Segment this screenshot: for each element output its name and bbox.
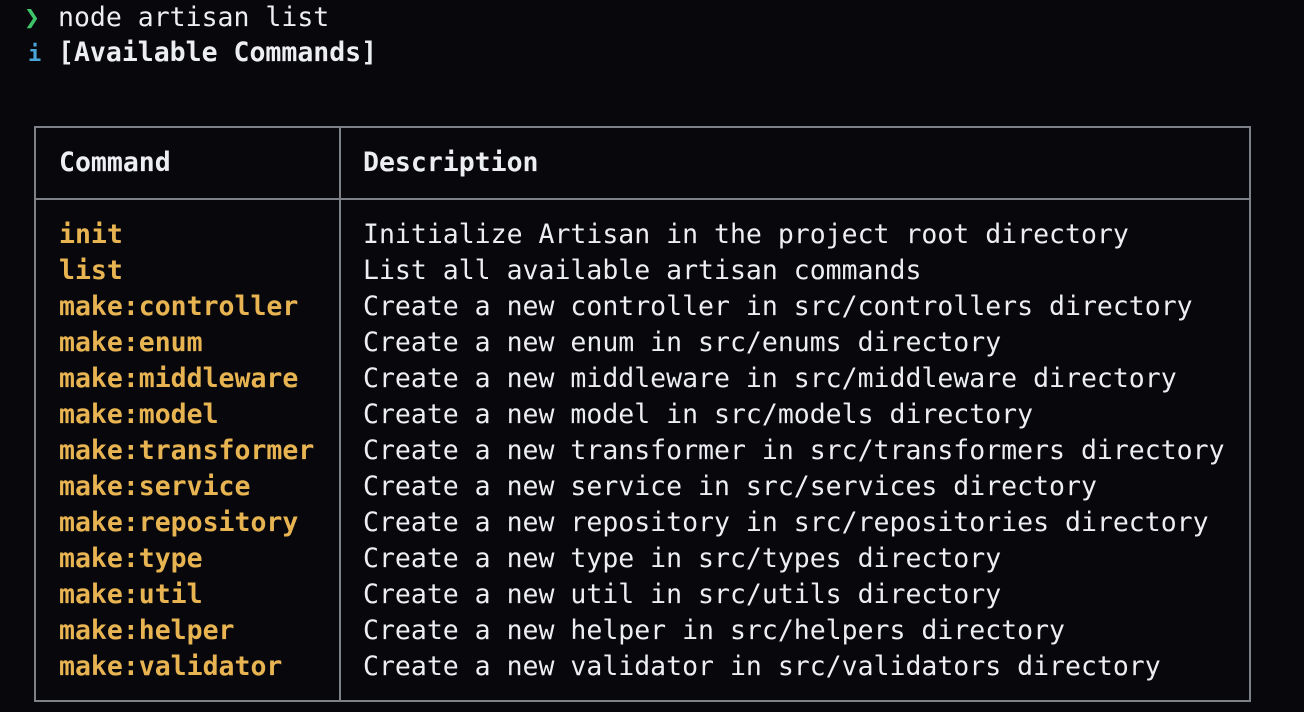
header-description: Description [363,147,539,178]
command-name: make:helper [59,615,235,646]
command-name: make:util [59,579,203,610]
table-row: list List all available artisan commands [36,253,1249,289]
header-divider [36,198,1249,200]
command-description: List all available artisan commands [363,255,922,286]
command-description: Create a new validator in src/validators… [363,651,1161,682]
command-description: Create a new middleware in src/middlewar… [363,363,1177,394]
command-name: make:model [59,399,219,430]
command-name: init [59,219,123,250]
command-name: make:service [59,471,251,502]
table-row: make:middleware Create a new middleware i… [36,361,1249,397]
command-description: Create a new type in src/types directory [363,543,1002,574]
command-description: Create a new service in src/services dir… [363,471,1097,502]
table-row: make:service Create a new service in src/… [36,469,1249,505]
command-name: make:transformer [59,435,315,466]
prompt-chevron-icon: ❯ [24,2,40,33]
command-description: Create a new controller in src/controlle… [363,291,1193,322]
prompt-line: ❯ node artisan list [24,0,329,36]
info-icon: i [28,42,42,67]
command-name: make:enum [59,327,203,358]
header-command: Command [59,147,171,178]
command-description: Create a new helper in src/helpers direc… [363,615,1065,646]
table-row: make:helper Create a new helper in src/he… [36,613,1249,649]
command-description: Initialize Artisan in the project root d… [363,219,1129,250]
command-description: Create a new enum in src/enums directory [363,327,1002,358]
table-row: make:validator Create a new validator in … [36,649,1249,685]
command-name: make:repository [59,507,299,538]
command-name: make:type [59,543,203,574]
info-line: i [Available Commands] [24,35,377,71]
entered-command: node artisan list [58,2,330,33]
command-description: Create a new util in src/utils directory [363,579,1002,610]
command-name: make:validator [59,651,283,682]
table-row: make:model Create a new model in src/mode… [36,397,1249,433]
table-row: make:type Create a new type in src/types … [36,541,1249,577]
command-description: Create a new transformer in src/transfor… [363,435,1225,466]
command-description: Create a new model in src/models directo… [363,399,1034,430]
table-row: make:enum Create a new enum in src/enums … [36,325,1249,361]
command-name: list [59,255,123,286]
table-body: init Initialize Artisan in the project ro… [36,217,1249,685]
commands-table: Command Description init Initialize Artis… [34,126,1251,702]
table-row: make:controller Create a new controller i… [36,289,1249,325]
command-name: make:controller [59,291,299,322]
table-row: init Initialize Artisan in the project ro… [36,217,1249,253]
command-description: Create a new repository in src/repositor… [363,507,1209,538]
table-row: make:util Create a new util in src/utils … [36,577,1249,613]
info-message: [Available Commands] [58,37,378,68]
table-row: make:transformer Create a new transformer… [36,433,1249,469]
table-row: make:repository Create a new repository i… [36,505,1249,541]
command-name: make:middleware [59,363,299,394]
